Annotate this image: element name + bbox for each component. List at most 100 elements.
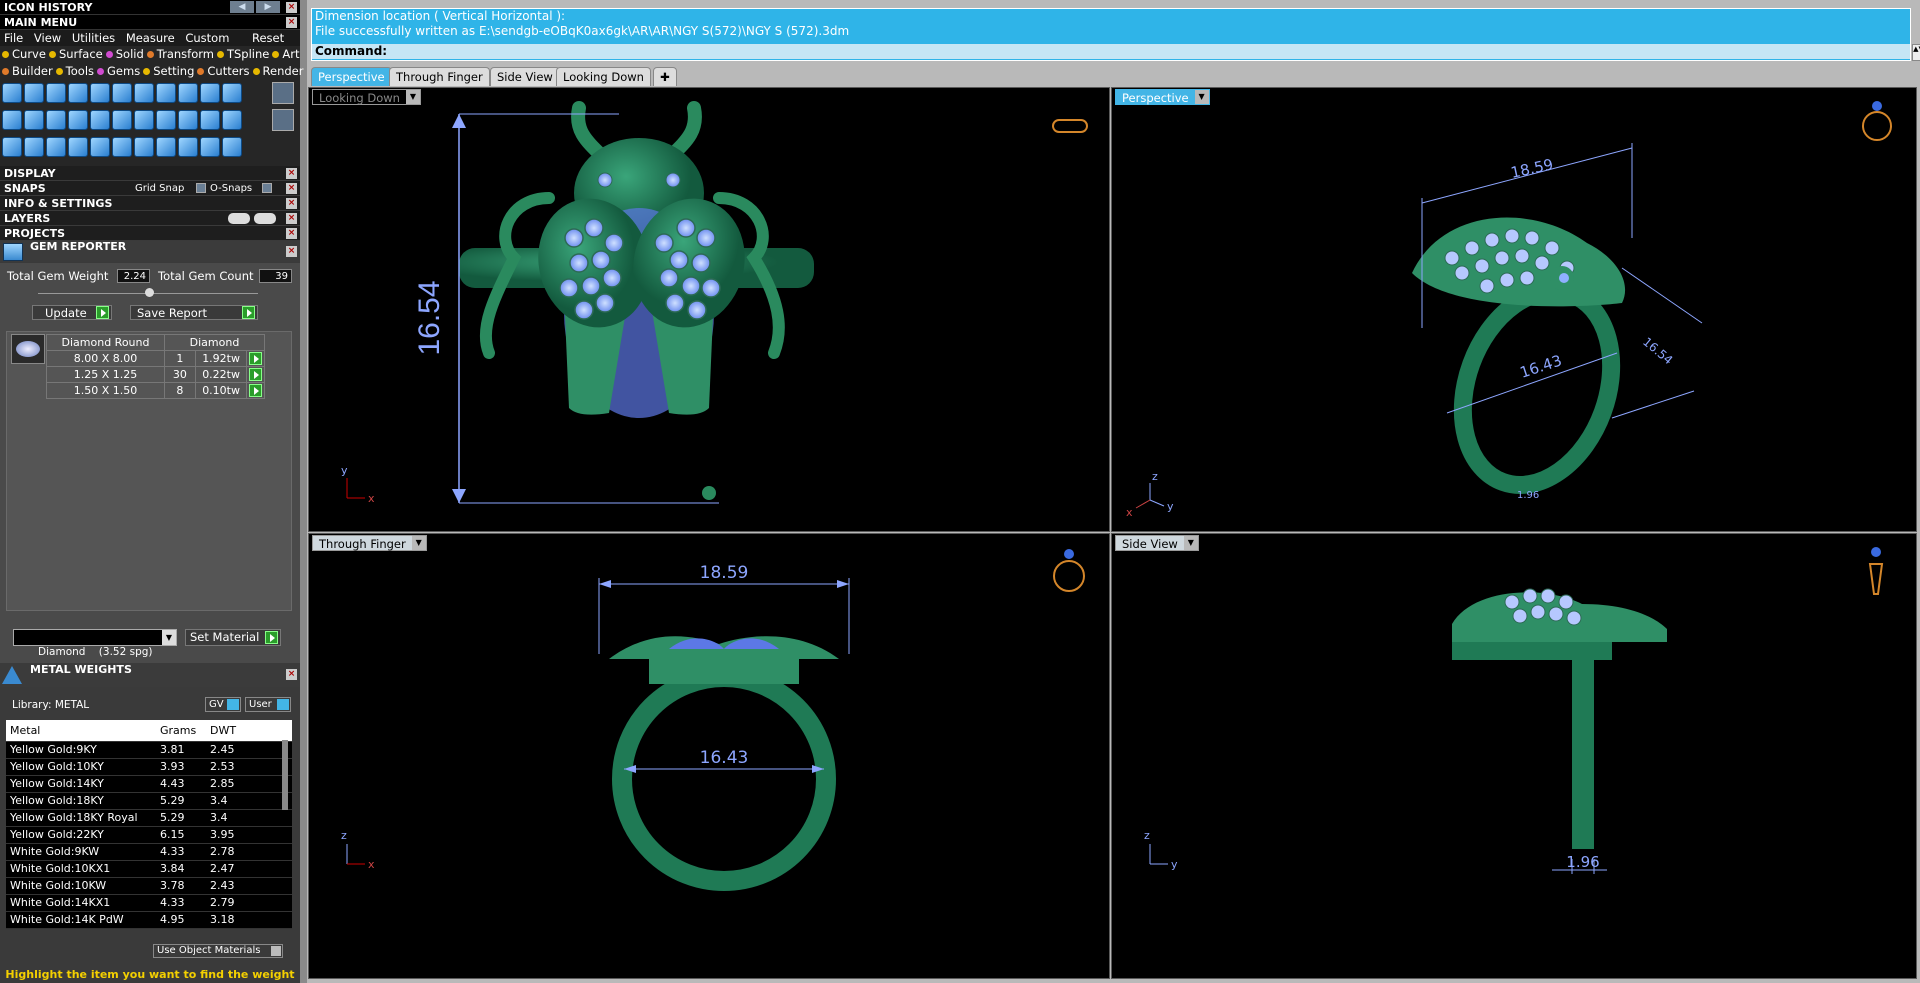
tool-tab-builder[interactable]: Builder <box>2 64 53 78</box>
tool-icon[interactable] <box>134 110 154 130</box>
gv-toggle[interactable]: GV <box>205 697 241 712</box>
metal-header[interactable]: Metal <box>6 720 156 742</box>
gem-row[interactable]: 1.50 X 1.50 8 0.10tw <box>46 382 265 399</box>
tool-icon[interactable] <box>112 110 132 130</box>
osnaps-label[interactable]: O-Snaps <box>210 181 252 196</box>
tool-icon[interactable] <box>24 83 44 103</box>
tool-icon[interactable] <box>134 137 154 157</box>
tool-icon[interactable] <box>178 137 198 157</box>
menu-custom[interactable]: Custom <box>185 31 229 45</box>
tool-icon[interactable] <box>200 110 220 130</box>
tool-tab-solid[interactable]: Solid <box>105 47 144 61</box>
tool-icon[interactable] <box>222 110 242 130</box>
table-row[interactable]: White Gold:9KW 4.33 2.78 <box>6 843 292 861</box>
table-row[interactable]: Yellow Gold:10KY 3.93 2.53 <box>6 758 292 776</box>
tool-icon[interactable] <box>156 137 176 157</box>
tool-icon[interactable] <box>2 110 22 130</box>
dwt-header[interactable]: DWT <box>206 720 266 742</box>
play-icon[interactable] <box>249 368 263 382</box>
command-input[interactable]: Command: ▲▼ <box>312 44 1920 61</box>
update-button[interactable]: Update <box>32 305 112 320</box>
set-material-button[interactable]: Set Material <box>185 629 281 646</box>
tool-icon[interactable] <box>46 137 66 157</box>
viewport-perspective[interactable]: Perspective ▼ 18.59 16.43 16.54 1.96 z x … <box>1111 87 1917 532</box>
menu-file[interactable]: File <box>4 31 23 45</box>
tool-icon[interactable] <box>2 83 22 103</box>
tool-icon[interactable] <box>156 110 176 130</box>
table-row[interactable]: Yellow Gold:18KY Royal 5.29 3.4 <box>6 809 292 827</box>
tool-icon[interactable] <box>90 83 110 103</box>
viewport-side-view[interactable]: Side View ▼ 1.96 z y <box>1111 533 1917 979</box>
toolbar-option-icon[interactable] <box>272 109 294 131</box>
grid-snap-toggle[interactable] <box>196 183 206 193</box>
table-row[interactable]: Yellow Gold:18KY 5.29 3.4 <box>6 792 292 810</box>
tool-icon[interactable] <box>222 83 242 103</box>
icon-history-header[interactable]: ICON HISTORY ◀ ▶ × <box>0 0 300 15</box>
table-row[interactable]: White Gold:10KX1 3.84 2.47 <box>6 860 292 878</box>
tool-tab-transform[interactable]: Transform <box>146 47 214 61</box>
close-icon[interactable]: × <box>286 669 297 680</box>
forward-arrow-icon[interactable]: ▶ <box>256 1 280 13</box>
tool-icon[interactable] <box>2 137 22 157</box>
save-report-button[interactable]: Save Report <box>130 305 258 320</box>
tool-icon[interactable] <box>178 110 198 130</box>
play-icon[interactable] <box>249 384 263 398</box>
tab-side-view[interactable]: Side View <box>490 67 560 86</box>
tool-tab-tools[interactable]: Tools <box>55 64 94 78</box>
slider-handle[interactable] <box>145 288 154 297</box>
grams-header[interactable]: Grams <box>156 720 206 742</box>
tool-icon[interactable] <box>178 83 198 103</box>
user-toggle[interactable]: User <box>245 697 291 712</box>
tool-icon[interactable] <box>222 137 242 157</box>
tool-icon[interactable] <box>156 83 176 103</box>
tool-tab-render[interactable]: Render <box>252 64 303 78</box>
tool-tab-setting[interactable]: Setting <box>143 64 194 78</box>
tool-icon[interactable] <box>68 83 88 103</box>
add-tab-icon[interactable]: ✚ <box>653 67 677 86</box>
projects-section[interactable]: PROJECTS × <box>0 226 300 241</box>
back-arrow-icon[interactable]: ◀ <box>230 1 254 13</box>
eye-icon[interactable] <box>254 213 276 224</box>
close-icon[interactable]: × <box>286 17 297 28</box>
viewport-looking-down[interactable]: Looking Down ▼ 16.54 y x <box>308 87 1110 532</box>
tool-tab-surface[interactable]: Surface <box>48 47 103 61</box>
display-section[interactable]: DISPLAY × <box>0 166 300 181</box>
tool-icon[interactable] <box>90 110 110 130</box>
layer-visibility-icon[interactable] <box>228 213 250 224</box>
close-icon[interactable]: × <box>286 213 297 224</box>
close-icon[interactable]: × <box>286 228 297 239</box>
reset-button[interactable]: Reset <box>252 30 284 46</box>
grid-snap-label[interactable]: Grid Snap <box>135 181 184 196</box>
tool-icon[interactable] <box>24 137 44 157</box>
close-icon[interactable]: × <box>286 168 297 179</box>
tool-icon[interactable] <box>68 137 88 157</box>
play-icon[interactable] <box>249 352 263 366</box>
menu-view[interactable]: View <box>34 31 61 45</box>
toolbar-option-icon[interactable] <box>272 82 294 104</box>
use-object-materials-toggle[interactable]: Use Object Materials <box>153 944 283 958</box>
table-row[interactable]: White Gold:14KX1 4.33 2.79 <box>6 894 292 912</box>
tab-looking-down[interactable]: Looking Down <box>556 67 651 86</box>
tool-icon[interactable] <box>200 137 220 157</box>
table-row[interactable]: White Gold:14K PdW 4.95 3.18 <box>6 911 292 929</box>
tool-icon[interactable] <box>46 83 66 103</box>
scroll-arrows-icon[interactable]: ▲▼ <box>1912 44 1920 61</box>
gem-row[interactable]: 1.25 X 1.25 30 0.22tw <box>46 366 265 383</box>
material-select[interactable]: Diamond (3.52 spg) ▼ <box>13 629 177 658</box>
tool-tab-cutters[interactable]: Cutters <box>197 64 250 78</box>
tab-perspective[interactable]: Perspective <box>311 67 392 86</box>
layers-section[interactable]: LAYERS × <box>0 211 300 226</box>
tool-icon[interactable] <box>46 110 66 130</box>
gem-row[interactable]: 8.00 X 8.00 1 1.92tw <box>46 350 265 367</box>
menu-utilities[interactable]: Utilities <box>72 31 115 45</box>
tool-icon[interactable] <box>90 137 110 157</box>
close-icon[interactable]: × <box>286 198 297 209</box>
tool-icon[interactable] <box>24 110 44 130</box>
tool-icon[interactable] <box>134 83 154 103</box>
tool-tab-art[interactable]: Art <box>272 47 299 61</box>
tool-icon[interactable] <box>200 83 220 103</box>
osnaps-toggle[interactable] <box>262 183 272 193</box>
table-row[interactable]: White Gold:10KW 3.78 2.43 <box>6 877 292 895</box>
info-settings-section[interactable]: INFO & SETTINGS × <box>0 196 300 211</box>
table-row[interactable]: Yellow Gold:9KY 3.81 2.45 <box>6 741 292 759</box>
